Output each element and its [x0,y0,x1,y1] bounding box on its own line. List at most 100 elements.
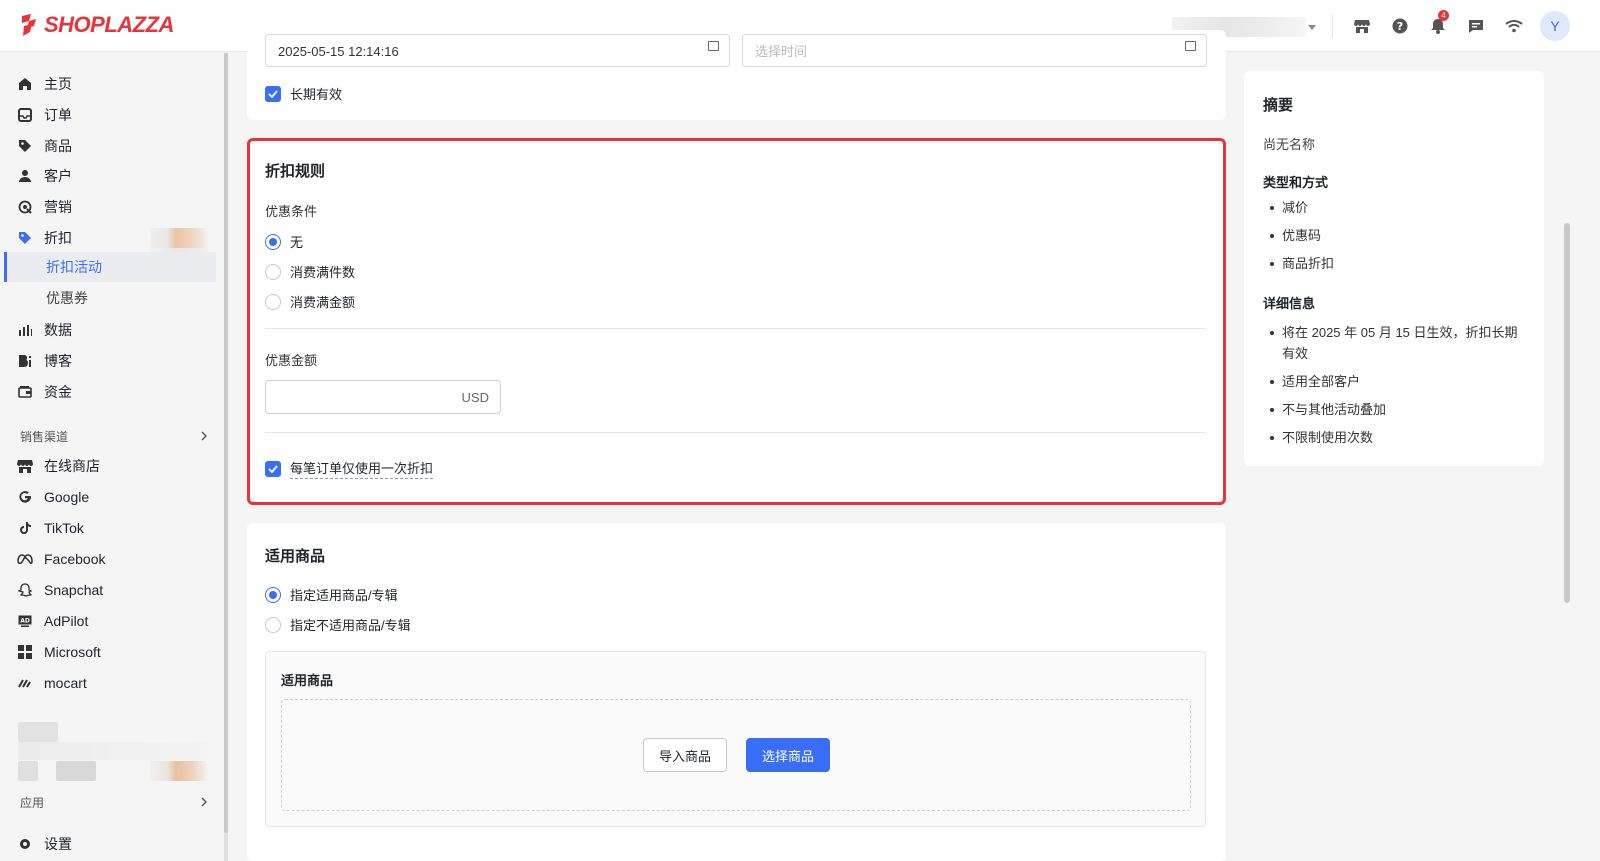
sidebar-item-discounts[interactable]: 折扣 [16,224,72,252]
svg-text:AD: AD [20,618,30,625]
sidebar-item-label: mocart [44,675,87,691]
option-label: 指定不适用商品/专辑 [290,618,411,633]
discount-amount-input[interactable]: USD [265,380,501,414]
sidebar-item-label: TikTok [44,520,84,536]
sidebar-item-analytics[interactable]: 数据 [16,316,72,344]
svg-text:?: ? [1397,20,1403,33]
brand-name: SHOPLAZZA [44,12,174,37]
applicable-products-panel: 适用商品 导入商品 选择商品 [265,651,1206,827]
once-per-order-checkbox[interactable]: 每笔订单仅使用一次折扣 [265,458,434,479]
condition-option-none[interactable]: 无 [265,232,303,251]
panel-title: 适用商品 [281,673,334,688]
sidebar-item-label: 博客 [44,353,72,369]
option-specify-applicable[interactable]: 指定适用商品/专辑 [265,585,398,604]
long-term-checkbox[interactable]: 长期有效 [265,84,342,103]
radio-selected-icon [265,586,281,603]
end-date-input[interactable]: 选择时间 [742,34,1207,67]
mocart-icon [16,674,34,692]
summary-detail-item: 适用全部客户 [1270,371,1360,392]
sidebar-item-tiktok[interactable]: TikTok [16,514,84,542]
long-term-label: 长期有效 [290,87,343,102]
chat-icon[interactable] [1464,14,1488,38]
store-icon [16,457,34,475]
microsoft-icon [16,643,34,661]
condition-option-min-amount[interactable]: 消费满金额 [265,292,355,311]
import-products-button[interactable]: 导入商品 [643,738,727,772]
sales-channels-header[interactable]: 销售渠道 [20,428,208,445]
summary-type-item: 减价 [1270,197,1308,218]
chart-icon [16,321,34,339]
checkbox-checked-icon [265,460,281,477]
blurred-app-icon [18,722,58,742]
summary-type-item: 商品折扣 [1270,253,1334,274]
chevron-right-icon [200,430,208,444]
sidebar-item-customers[interactable]: 客户 [16,162,72,190]
sidebar-scrollbar[interactable] [224,53,228,861]
blog-icon [16,352,34,370]
sidebar-item-home[interactable]: 主页 [16,70,72,98]
sidebar-item-marketing[interactable]: 营销 [16,193,72,221]
checkbox-checked-icon [265,85,281,102]
sidebar-subitem-coupons[interactable]: 优惠券 [4,283,216,313]
chevron-right-icon [200,796,208,810]
sidebar-item-finance[interactable]: 资金 [16,378,72,406]
sidebar-item-snapchat[interactable]: Snapchat [16,576,103,604]
currency-suffix: USD [461,390,489,405]
bell-icon[interactable]: 4 [1426,10,1450,38]
option-label: 指定适用商品/专辑 [290,588,398,603]
gear-icon [16,835,34,853]
once-per-order-label: 每笔订单仅使用一次折扣 [290,458,434,479]
sidebar-item-label: 折扣 [44,230,72,246]
option-specify-excluded[interactable]: 指定不适用商品/专辑 [265,615,411,634]
sidebar-subitem-discount-campaigns[interactable]: 折扣活动 [4,252,216,282]
marketing-icon [16,198,34,216]
blurred-app-label [56,761,96,781]
sidebar-item-blog[interactable]: 博客 [16,347,72,375]
sidebar-item-orders[interactable]: 订单 [16,101,72,129]
discount-rules-card: 折扣规则 优惠条件 无 消费满件数 消费满金额 优惠金额 USD 每笔订单仅使用… [247,138,1226,505]
condition-option-label: 无 [290,235,304,250]
help-icon[interactable]: ? [1388,14,1412,38]
condition-label: 优惠条件 [265,204,318,219]
summary-name: 尚无名称 [1263,137,1316,152]
caret-down-icon [1308,24,1316,30]
radio-unselected-icon [265,263,281,280]
sidebar-item-label: 在线商店 [44,458,100,474]
sidebar-item-google[interactable]: Google [16,483,89,511]
summary-type-heading: 类型和方式 [1263,175,1329,190]
condition-option-label: 消费满金额 [290,295,356,310]
sidebar-item-adpilot[interactable]: AD AdPilot [16,607,88,635]
applicable-products-card: 适用商品 指定适用商品/专辑 指定不适用商品/专辑 适用商品 导入商品 选择商品 [247,523,1226,861]
notification-badge: 4 [1438,10,1449,21]
radio-unselected-icon [265,616,281,633]
blurred-app-icon [18,761,38,781]
store-icon[interactable] [1350,14,1374,38]
sidebar-item-online-store[interactable]: 在线商店 [16,452,100,480]
select-products-button[interactable]: 选择商品 [746,738,830,772]
summary-details-heading: 详细信息 [1263,296,1316,311]
sidebar-item-facebook[interactable]: Facebook [16,545,105,573]
sidebar-item-mocart[interactable]: mocart [16,669,87,697]
sidebar-item-microsoft[interactable]: Microsoft [16,638,101,666]
divider [265,432,1206,433]
sidebar-item-products[interactable]: 商品 [16,132,72,160]
summary-detail-item: 不限制使用次数 [1270,427,1373,448]
blurred-badge [150,228,208,248]
condition-option-min-quantity[interactable]: 消费满件数 [265,262,355,281]
start-date-input[interactable]: 2025-05-15 12:14:16 [265,34,730,67]
tag-icon [16,137,34,155]
radio-unselected-icon [265,293,281,310]
product-dropzone[interactable]: 导入商品 选择商品 [281,699,1191,811]
summary-title: 摘要 [1263,97,1294,114]
sidebar-item-label: 商品 [44,138,72,154]
start-date-value: 2025-05-15 12:14:16 [278,44,399,59]
brand-logo[interactable]: SHOPLAZZA [18,12,174,38]
tiktok-icon [16,519,34,537]
blurred-app-badge [150,761,208,781]
avatar[interactable]: Y [1540,11,1570,41]
sidebar-item-settings[interactable]: 设置 [16,830,72,858]
sidebar-item-label: AdPilot [44,613,89,629]
page-scrollbar[interactable] [1564,53,1570,861]
apps-header[interactable]: 应用 [20,794,208,811]
wifi-icon[interactable] [1502,14,1526,38]
